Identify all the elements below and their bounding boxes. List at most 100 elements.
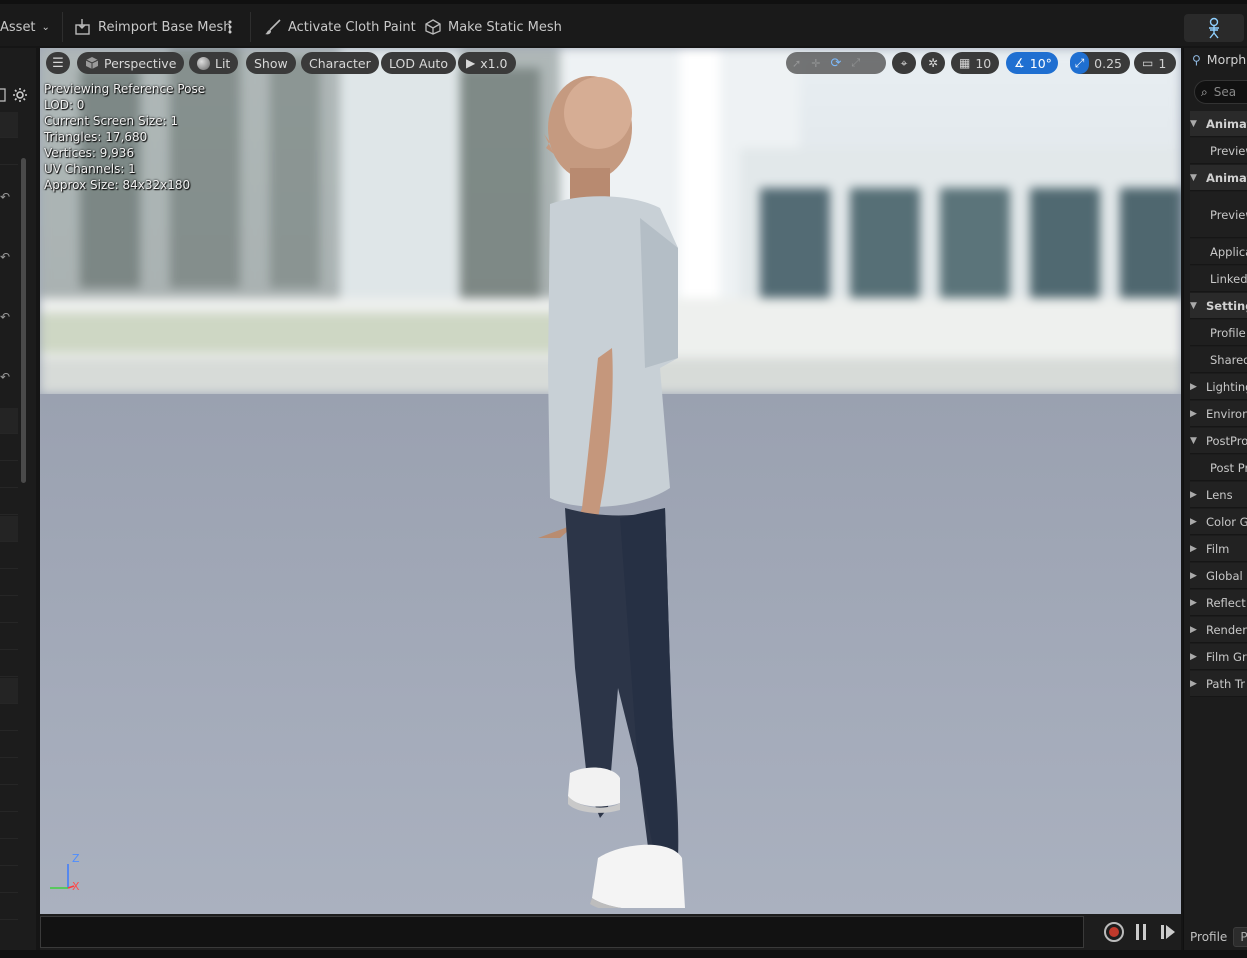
list-item[interactable] <box>0 732 18 758</box>
list-item[interactable] <box>0 624 18 650</box>
list-item[interactable] <box>0 462 18 488</box>
caret-right-icon[interactable]: ▶ <box>1190 598 1206 608</box>
details-row[interactable]: ▶ Lens <box>1190 482 1247 508</box>
list-item[interactable] <box>0 408 18 434</box>
transform-mode-group[interactable]: ➚ ✛ ⟳ ⤢ <box>786 52 886 74</box>
list-item[interactable] <box>0 840 18 866</box>
left-panel-scrollbar[interactable] <box>21 158 26 483</box>
caret-down-icon[interactable]: ▼ <box>1190 119 1206 129</box>
details-row[interactable]: ▶ Reflect <box>1190 590 1247 616</box>
caret-right-icon[interactable]: ▶ <box>1190 490 1206 500</box>
list-item[interactable] <box>0 570 18 596</box>
move-icon[interactable]: ✛ <box>811 57 820 70</box>
list-item[interactable] <box>0 139 18 165</box>
grid-snap-button[interactable]: ▦ 10 <box>951 52 999 74</box>
viewport[interactable]: ☰ Perspective Lit Show Character LOD Aut… <box>40 48 1181 914</box>
details-row-label: PostPro <box>1206 433 1247 448</box>
caret-right-icon[interactable]: ▶ <box>1190 679 1206 689</box>
list-item[interactable] <box>0 597 18 623</box>
list-item[interactable] <box>0 867 18 893</box>
details-row[interactable]: ▶ Film <box>1190 536 1247 562</box>
details-row[interactable]: ▼Animat <box>1190 111 1247 137</box>
details-search-input[interactable]: ⌕ Sea <box>1194 80 1247 104</box>
angle-snap-button[interactable]: ∡ 10° <box>1006 52 1058 74</box>
lit-mode-button[interactable]: Lit <box>189 52 239 74</box>
details-row[interactable]: ▶ Path Tr <box>1190 671 1247 697</box>
record-button[interactable] <box>1104 922 1124 942</box>
list-item[interactable] <box>0 543 18 569</box>
camera-speed-button[interactable]: ▭ 1 <box>1134 52 1176 74</box>
details-row[interactable]: ▶ Render <box>1190 617 1247 643</box>
reset-arrow-icon[interactable]: ↶ <box>0 190 14 204</box>
details-row[interactable]: ▶ Color G <box>1190 509 1247 535</box>
details-row[interactable]: Shared <box>1190 347 1247 373</box>
list-item[interactable] <box>0 112 18 138</box>
caret-down-icon[interactable]: ▼ <box>1190 436 1206 446</box>
pause-button[interactable] <box>1134 923 1148 941</box>
scale-snap-button[interactable]: ⤢ 0.25 <box>1070 52 1130 74</box>
list-item[interactable] <box>0 435 18 461</box>
lit-label: Lit <box>215 55 231 71</box>
details-row[interactable]: ▶ Environ <box>1190 401 1247 427</box>
character-mesh[interactable] <box>520 68 720 908</box>
playback-speed-button[interactable]: ▶ x1.0 <box>458 52 516 74</box>
caret-right-icon[interactable]: ▶ <box>1190 544 1206 554</box>
scale-icon[interactable]: ⤢ <box>851 56 860 70</box>
details-row[interactable]: Linked <box>1190 266 1247 292</box>
details-row[interactable]: ▼ PostPro <box>1190 428 1247 454</box>
list-item[interactable] <box>0 516 18 542</box>
caret-down-icon[interactable]: ▼ <box>1190 173 1206 183</box>
details-row[interactable]: Profile <box>1190 320 1247 346</box>
caret-right-icon[interactable]: ▶ <box>1190 571 1206 581</box>
more-options-icon[interactable] <box>228 16 238 38</box>
details-row[interactable]: Preview <box>1190 138 1247 164</box>
caret-right-icon[interactable]: ▶ <box>1190 382 1206 392</box>
caret-right-icon[interactable]: ▶ <box>1190 625 1206 635</box>
snap-icon: ✲ <box>927 56 939 70</box>
reimport-base-mesh-button[interactable]: Reimport Base Mesh <box>74 16 232 38</box>
details-row[interactable]: Post Pr <box>1190 455 1247 481</box>
select-arrow-icon[interactable]: ➚ <box>792 57 801 70</box>
perspective-button[interactable]: Perspective <box>77 52 185 74</box>
list-item[interactable] <box>0 786 18 812</box>
viewport-options-button[interactable]: ☰ <box>46 52 70 74</box>
activate-cloth-paint-button[interactable]: Activate Cloth Paint <box>264 16 416 38</box>
details-row[interactable]: ▶ Film Gr <box>1190 644 1247 670</box>
details-row[interactable]: ▶ Global I <box>1190 563 1247 589</box>
step-forward-button[interactable] <box>1160 923 1176 941</box>
details-row[interactable]: ▶Lighting <box>1190 374 1247 400</box>
skeleton-mode-button[interactable] <box>1184 14 1244 42</box>
reset-arrow-icon[interactable]: ↶ <box>0 370 14 384</box>
list-item[interactable] <box>0 813 18 839</box>
lod-button[interactable]: LOD Auto <box>381 52 456 74</box>
caret-right-icon[interactable]: ▶ <box>1190 652 1206 662</box>
caret-right-icon[interactable]: ▶ <box>1190 409 1206 419</box>
reset-arrow-icon[interactable]: ↶ <box>0 250 14 264</box>
details-row[interactable]: Applica <box>1190 239 1247 265</box>
list-item[interactable] <box>0 894 18 920</box>
world-local-button[interactable]: ⌖ <box>892 52 916 74</box>
details-row[interactable]: ▼Animat <box>1190 165 1247 191</box>
caret-down-icon[interactable]: ▼ <box>1190 301 1206 311</box>
asset-menu[interactable]: Asset ⌄ <box>0 16 50 38</box>
list-item[interactable] <box>0 759 18 785</box>
make-static-mesh-button[interactable]: Make Static Mesh <box>424 16 562 38</box>
gear-icon[interactable] <box>12 87 28 103</box>
profile-dropdown[interactable]: Pr <box>1233 927 1247 947</box>
details-row[interactable]: Preview <box>1190 192 1247 238</box>
list-item[interactable] <box>0 705 18 731</box>
list-item[interactable] <box>0 678 18 704</box>
reset-arrow-icon[interactable]: ↶ <box>0 310 14 324</box>
caret-right-icon[interactable]: ▶ <box>1190 517 1206 527</box>
show-button[interactable]: Show <box>246 52 296 74</box>
console-input[interactable] <box>40 916 1084 948</box>
surface-snap-button[interactable]: ✲ <box>921 52 945 74</box>
rotate-icon[interactable]: ⟳ <box>830 56 841 71</box>
character-button[interactable]: Character <box>301 52 379 74</box>
panel-icon[interactable] <box>0 88 6 102</box>
list-item[interactable] <box>0 651 18 677</box>
details-row[interactable]: ▼Setting <box>1190 293 1247 319</box>
scale-snap-icon: ⤢ <box>1070 52 1090 74</box>
list-item[interactable] <box>0 489 18 515</box>
morph-tab[interactable]: ⚲ Morph <box>1192 52 1246 67</box>
